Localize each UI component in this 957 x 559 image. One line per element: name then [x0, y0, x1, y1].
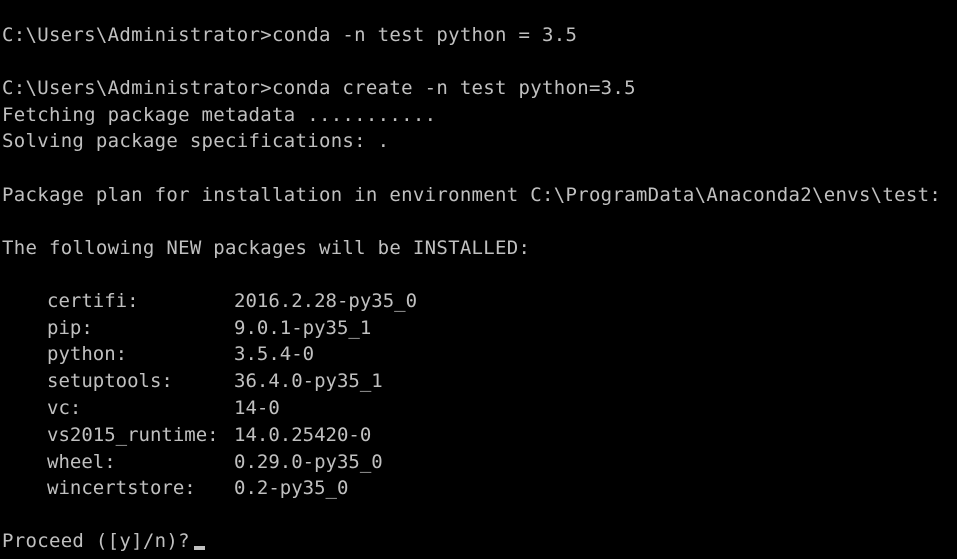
package-version: 2016.2.28-py35_0 — [234, 290, 418, 312]
text-cursor — [193, 546, 205, 550]
console-line: C:\Users\Administrator>conda create -n t… — [2, 77, 636, 99]
package-version: 0.2-py35_0 — [234, 477, 349, 499]
package-version: 14.0.25420-0 — [234, 424, 372, 446]
package-row: vc: 14-0 — [47, 395, 280, 421]
package-row: wincertstore: 0.2-py35_0 — [47, 475, 348, 501]
package-name: certifi: — [47, 290, 139, 312]
prompt-text: Proceed ([y]/n)? — [2, 530, 190, 552]
package-name: setuptools: — [47, 370, 173, 392]
package-name: wheel: — [47, 451, 116, 473]
package-row: vs2015_runtime: 14.0.25420-0 — [47, 422, 371, 448]
console-line: Solving package specifications: . — [2, 130, 390, 152]
package-name: python: — [47, 343, 128, 365]
proceed-prompt[interactable]: Proceed ([y]/n)? — [2, 528, 205, 554]
package-name: pip: — [47, 317, 93, 339]
console-window[interactable]: C:\Users\Administrator>conda -n test pyt… — [0, 0, 957, 559]
console-line: Package plan for installation in environ… — [2, 184, 942, 206]
package-version: 14-0 — [234, 397, 280, 419]
package-version: 36.4.0-py35_1 — [234, 370, 383, 392]
package-row: setuptools: 36.4.0-py35_1 — [47, 368, 383, 394]
console-line: C:\Users\Administrator>conda -n test pyt… — [2, 24, 578, 46]
package-name: wincertstore: — [47, 477, 196, 499]
package-version: 3.5.4-0 — [234, 343, 315, 365]
package-version: 9.0.1-py35_1 — [234, 317, 372, 339]
package-name: vs2015_runtime: — [47, 424, 219, 446]
package-version: 0.29.0-py35_0 — [234, 451, 383, 473]
console-line: Fetching package metadata ........... — [2, 104, 437, 126]
console-line: The following NEW packages will be INSTA… — [2, 237, 531, 259]
package-row: wheel: 0.29.0-py35_0 — [47, 449, 383, 475]
package-row: pip: 9.0.1-py35_1 — [47, 315, 371, 341]
package-name: vc: — [47, 397, 82, 419]
package-row: certifi: 2016.2.28-py35_0 — [47, 288, 417, 314]
package-row: python: 3.5.4-0 — [47, 341, 314, 367]
